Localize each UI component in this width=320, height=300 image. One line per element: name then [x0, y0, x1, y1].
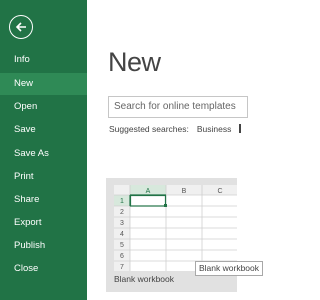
- suggested-search-truncated: [239, 124, 242, 133]
- template-label: Blank workbook: [114, 274, 175, 284]
- row-header-3: 3: [120, 220, 124, 227]
- back-arrow-icon: [15, 22, 26, 32]
- nav-item-open[interactable]: Open: [0, 96, 87, 118]
- page-title: New: [108, 47, 161, 77]
- column-header-a: A: [146, 188, 151, 195]
- row-header-4: 4: [120, 231, 124, 238]
- nav-item-info[interactable]: Info: [0, 49, 87, 71]
- nav-item-close[interactable]: Close: [0, 258, 87, 280]
- nav-item-export[interactable]: Export: [0, 212, 87, 234]
- spreadsheet-grid: A B C 1 2 3 4 5 6 7: [114, 185, 237, 271]
- suggested-searches: Suggested searches: Business: [109, 124, 242, 134]
- row-header-7: 7: [120, 264, 124, 271]
- column-header-c: C: [217, 188, 222, 195]
- nav-item-save-as[interactable]: Save As: [0, 143, 87, 165]
- suggested-search-business[interactable]: Business: [197, 124, 232, 134]
- nav-item-print[interactable]: Print: [0, 166, 87, 188]
- row-header-6: 6: [120, 253, 124, 260]
- nav-item-new[interactable]: New: [0, 73, 87, 95]
- row-header-1: 1: [120, 198, 124, 205]
- back-button[interactable]: [9, 15, 33, 39]
- selected-cell-a1: [129, 194, 167, 207]
- backstage-sidebar: Info New Open Save Save As Print Share E…: [0, 0, 87, 300]
- template-tooltip: Blank workbook: [195, 261, 264, 276]
- suggested-searches-label: Suggested searches:: [109, 124, 189, 134]
- nav-item-save[interactable]: Save: [0, 119, 87, 141]
- nav-item-publish[interactable]: Publish: [0, 235, 87, 257]
- row-header-2: 2: [120, 209, 124, 216]
- nav-item-share[interactable]: Share: [0, 189, 87, 211]
- column-header-b: B: [182, 188, 187, 195]
- blank-workbook-thumbnail: A B C 1 2 3 4 5 6 7: [114, 185, 237, 271]
- row-header-5: 5: [120, 242, 124, 249]
- search-templates-input[interactable]: Search for online templates: [108, 96, 248, 118]
- fill-handle: [164, 204, 167, 207]
